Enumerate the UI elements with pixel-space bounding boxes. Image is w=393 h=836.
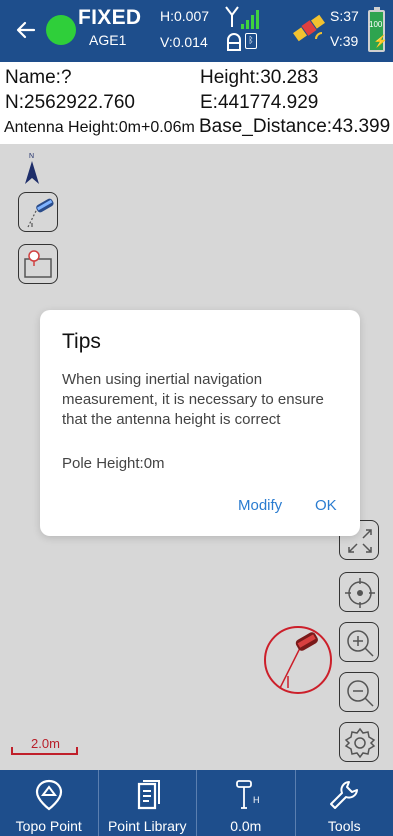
scale-line bbox=[12, 753, 76, 755]
receiver-icon bbox=[227, 33, 241, 51]
dialog-message: When using inertial navigation measureme… bbox=[62, 371, 324, 428]
wrench-icon bbox=[330, 781, 359, 809]
point-name: Name:? bbox=[5, 67, 72, 88]
easting: E:441774.929 bbox=[200, 92, 319, 113]
pole-icon bbox=[27, 198, 54, 228]
back-arrow-icon[interactable] bbox=[14, 18, 38, 42]
antenna-height-icon: H bbox=[235, 780, 260, 809]
settings-button[interactable] bbox=[339, 722, 379, 762]
tips-dialog: Tips When using inertial navigation meas… bbox=[40, 310, 360, 536]
zoom-out-button[interactable] bbox=[339, 672, 379, 712]
tab-label: Point Library bbox=[107, 818, 187, 834]
base-distance: Base_Distance:43.399 bbox=[199, 116, 391, 137]
tab-label: Topo Point bbox=[15, 818, 82, 834]
crosshair-icon bbox=[345, 578, 375, 608]
antenna-height: Antenna Height:0m+0.06m bbox=[4, 119, 195, 136]
fix-status-label: FIXED bbox=[78, 6, 142, 29]
satellites-used: S:37 bbox=[330, 8, 359, 24]
fix-status-indicator bbox=[46, 15, 76, 45]
h-precision: H:0.007 bbox=[160, 8, 210, 24]
svg-text:N: N bbox=[29, 153, 34, 160]
point-height: Height:30.283 bbox=[200, 67, 319, 88]
scale-tick-left bbox=[11, 747, 13, 755]
location-card-icon bbox=[24, 250, 52, 278]
tab-topo-point[interactable]: Topo Point bbox=[0, 770, 99, 836]
locate-button[interactable] bbox=[339, 572, 379, 612]
battery-icon: 100 ⚡ bbox=[368, 7, 388, 52]
scale-bar: 2.0m bbox=[9, 734, 79, 758]
survey-screen: FIXED AGE1 H:0.007 V:0.014 ᛒ S:37 V:39 1… bbox=[0, 0, 393, 836]
radio-antenna-icon bbox=[225, 6, 239, 27]
modify-button[interactable]: Modify bbox=[238, 497, 282, 514]
charging-bolt-icon: ⚡ bbox=[373, 34, 388, 48]
scale-tick-right bbox=[76, 747, 78, 755]
bottom-nav: Topo Point Point Library H 0.0m Tools bbox=[0, 770, 393, 836]
status-bar: FIXED AGE1 H:0.007 V:0.014 ᛒ S:37 V:39 1… bbox=[0, 0, 393, 62]
stakeout-tool-button[interactable] bbox=[18, 192, 58, 232]
zoom-in-button[interactable] bbox=[339, 622, 379, 662]
battery-level: 100 bbox=[369, 20, 383, 29]
tab-antenna-height[interactable]: H 0.0m bbox=[197, 770, 296, 836]
satellites-visible: V:39 bbox=[330, 33, 359, 49]
gear-icon bbox=[344, 727, 376, 759]
point-info-panel: Name:? Height:30.283 N:2562922.760 E:441… bbox=[0, 62, 393, 144]
rover-position-marker bbox=[262, 624, 334, 696]
zoom-in-icon bbox=[347, 630, 374, 657]
dialog-title: Tips bbox=[62, 330, 101, 353]
map-pin-icon bbox=[35, 779, 62, 811]
document-icon bbox=[138, 780, 161, 810]
north-arrow-icon: N bbox=[25, 153, 39, 184]
tab-tools[interactable]: Tools bbox=[296, 770, 393, 836]
satellite-icon bbox=[293, 14, 325, 42]
tab-label: 0.0m bbox=[230, 818, 262, 834]
ok-button[interactable]: OK bbox=[315, 497, 337, 514]
age-label: AGE1 bbox=[89, 32, 127, 48]
northing: N:2562922.760 bbox=[5, 92, 135, 113]
v-precision: V:0.014 bbox=[160, 34, 208, 50]
zoom-out-icon bbox=[347, 680, 374, 707]
tab-label: Tools bbox=[327, 818, 361, 834]
svg-text:H: H bbox=[253, 795, 260, 805]
pole-height-text: Pole Height:0m bbox=[62, 455, 165, 472]
scale-label: 2.0m bbox=[31, 736, 60, 751]
bluetooth-icon: ᛒ bbox=[245, 33, 257, 49]
rover-icon bbox=[264, 626, 332, 694]
point-marker-button[interactable] bbox=[18, 244, 58, 284]
signal-bars-icon bbox=[241, 10, 259, 29]
tab-point-library[interactable]: Point Library bbox=[99, 770, 197, 836]
